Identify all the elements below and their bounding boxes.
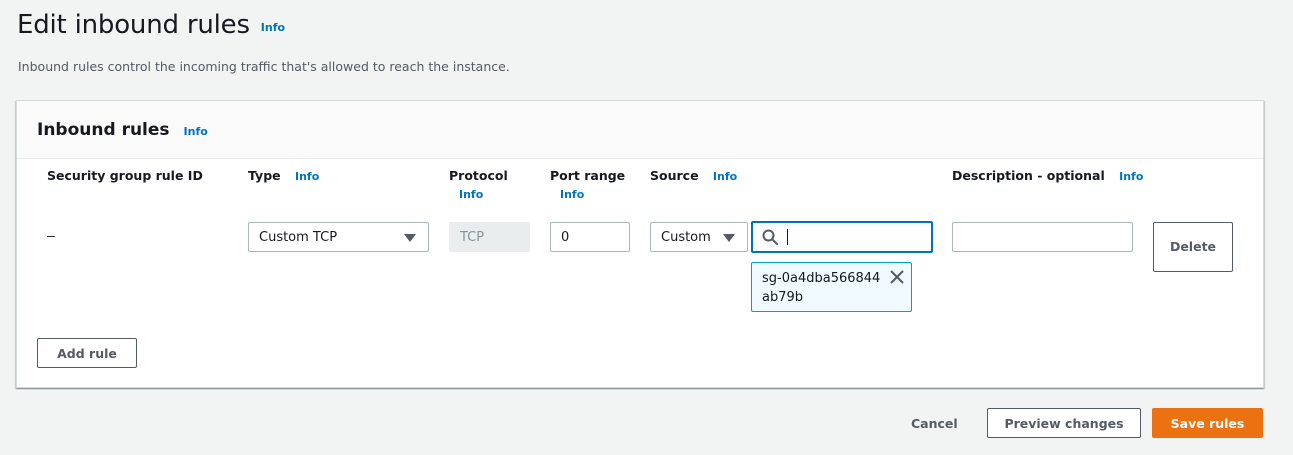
type-select-value: Custom TCP <box>259 229 338 245</box>
caret-down-icon <box>723 234 735 242</box>
source-search-input[interactable] <box>751 221 933 253</box>
column-header-port-range: Port range Info <box>550 168 625 201</box>
port-range-info-link[interactable]: Info <box>560 188 625 201</box>
source-type-select[interactable]: Custom <box>650 222 748 252</box>
source-type-value: Custom <box>661 229 711 245</box>
caret-down-icon <box>404 234 416 242</box>
text-cursor <box>787 229 788 245</box>
search-icon <box>762 229 778 250</box>
source-info-link[interactable]: Info <box>713 170 737 183</box>
protocol-value: TCP <box>460 229 485 245</box>
column-header-description: Description - optional Info <box>952 168 1143 183</box>
protocol-info-link[interactable]: Info <box>459 188 508 201</box>
inbound-rules-panel: Inbound rules Info Security group rule I… <box>16 100 1264 388</box>
port-range-value: 0 <box>561 229 570 245</box>
save-rules-button[interactable]: Save rules <box>1152 408 1263 438</box>
page-description: Inbound rules control the incoming traff… <box>18 59 510 74</box>
source-token: sg-0a4dba566844ab79b <box>751 262 912 312</box>
delete-rule-button[interactable]: Delete <box>1153 222 1233 272</box>
panel-header: Inbound rules Info <box>17 101 1263 159</box>
column-header-port-range-label: Port range <box>550 168 626 183</box>
page-header: Edit inbound rules Info <box>17 10 285 40</box>
add-rule-button[interactable]: Add rule <box>37 338 137 368</box>
protocol-field: TCP <box>449 222 530 252</box>
panel-info-link[interactable]: Info <box>184 125 208 138</box>
column-header-protocol: Protocol Info <box>449 168 508 201</box>
port-range-input[interactable]: 0 <box>550 222 630 252</box>
column-header-rule-id: Security group rule ID <box>47 168 203 183</box>
page-title: Edit inbound rules <box>17 10 250 40</box>
source-token-label: sg-0a4dba566844ab79b <box>762 271 881 305</box>
rule-id-value: – <box>47 227 55 243</box>
column-header-description-label: Description - optional <box>952 168 1105 183</box>
type-select[interactable]: Custom TCP <box>248 222 429 252</box>
type-info-link[interactable]: Info <box>295 170 319 183</box>
panel-title: Inbound rules <box>37 119 170 140</box>
column-header-source: Source Info <box>650 168 737 183</box>
column-header-type-label: Type <box>248 168 281 183</box>
column-header-source-label: Source <box>650 168 699 183</box>
page-info-link[interactable]: Info <box>261 21 285 34</box>
description-info-link[interactable]: Info <box>1119 170 1143 183</box>
cancel-button[interactable]: Cancel <box>911 416 958 431</box>
close-icon[interactable] <box>890 270 904 289</box>
description-input[interactable] <box>952 222 1133 252</box>
preview-changes-button[interactable]: Preview changes <box>987 408 1141 438</box>
column-header-protocol-label: Protocol <box>449 168 508 183</box>
column-header-type: Type Info <box>248 168 319 183</box>
